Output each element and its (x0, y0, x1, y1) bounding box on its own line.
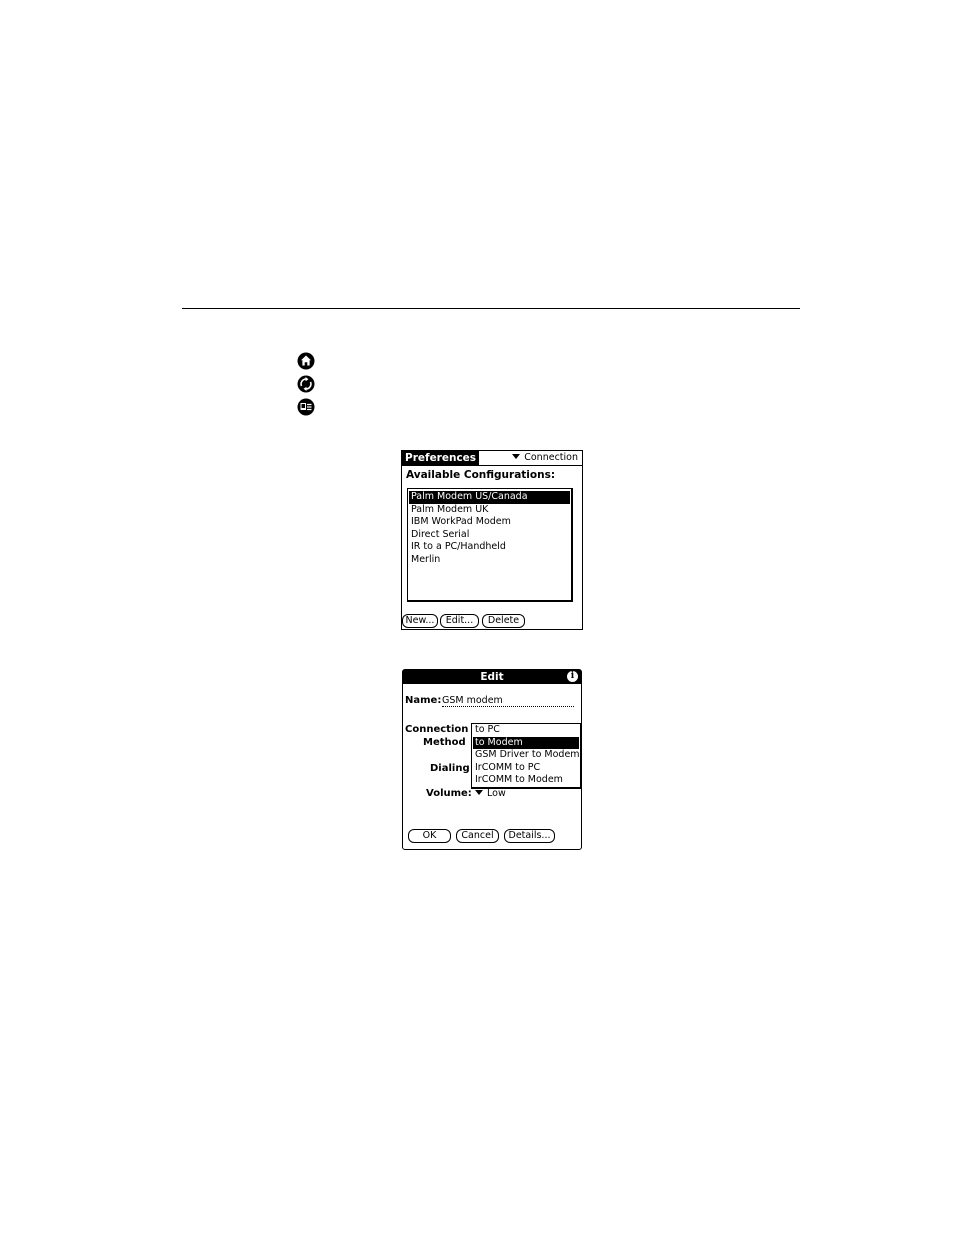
category-picker-label: Connection (524, 452, 578, 463)
details-button[interactable]: Details... (504, 829, 555, 843)
dialing-label: Dialing (430, 763, 470, 774)
volume-label: Volume: (426, 788, 472, 799)
dropdown-triangle-icon (512, 454, 521, 459)
list-item[interactable]: IrCOMM to PC (473, 762, 579, 775)
configurations-label: Available Configurations: (406, 469, 556, 481)
preferences-screen: Preferences Connection Available Configu… (401, 450, 583, 630)
preferences-title: Preferences (402, 451, 480, 465)
method-label: Method (423, 737, 466, 748)
list-item[interactable]: to Modem (473, 736, 579, 749)
delete-button[interactable]: Delete (482, 614, 525, 628)
ok-button[interactable]: OK (408, 829, 451, 843)
edit-button[interactable]: Edit... (440, 614, 479, 628)
configurations-list[interactable]: Palm Modem US/Canada Palm Modem UK IBM W… (407, 488, 573, 602)
list-item[interactable]: IBM WorkPad Modem (409, 516, 570, 529)
edit-dialog: Edit i Name: GSM modem Connection Method… (402, 669, 582, 850)
connection-label: Connection (405, 724, 469, 735)
edit-title-text: Edit (480, 671, 504, 683)
home-icon (297, 352, 315, 370)
volume-picker[interactable]: Low (475, 788, 506, 800)
list-item[interactable]: Merlin (409, 554, 570, 567)
volume-value: Low (487, 788, 506, 799)
list-item[interactable]: Palm Modem US/Canada (409, 491, 570, 504)
list-item[interactable]: Palm Modem UK (409, 504, 570, 517)
edit-title: Edit i (403, 670, 581, 684)
list-item[interactable]: IrCOMM to Modem (473, 774, 579, 787)
info-icon[interactable]: i (567, 671, 578, 682)
connection-method-dropdown[interactable]: to PC to Modem GSM Driver to Modem IrCOM… (471, 723, 582, 789)
list-item[interactable]: to PC (473, 724, 579, 737)
sync-icon (297, 375, 315, 393)
cancel-button[interactable]: Cancel (456, 829, 499, 843)
connect-icon (297, 398, 315, 416)
category-picker[interactable]: Connection (512, 452, 578, 464)
list-item[interactable]: GSM Driver to Modem (473, 749, 580, 762)
new-button[interactable]: New... (402, 614, 438, 628)
list-item[interactable]: Direct Serial (409, 529, 570, 542)
name-field[interactable]: GSM modem (442, 695, 574, 707)
list-item[interactable]: IR to a PC/Handheld (409, 541, 570, 554)
dropdown-triangle-icon (475, 790, 483, 795)
name-label: Name: (405, 695, 442, 706)
page-divider-rule (182, 308, 800, 309)
title-underline (402, 465, 582, 466)
